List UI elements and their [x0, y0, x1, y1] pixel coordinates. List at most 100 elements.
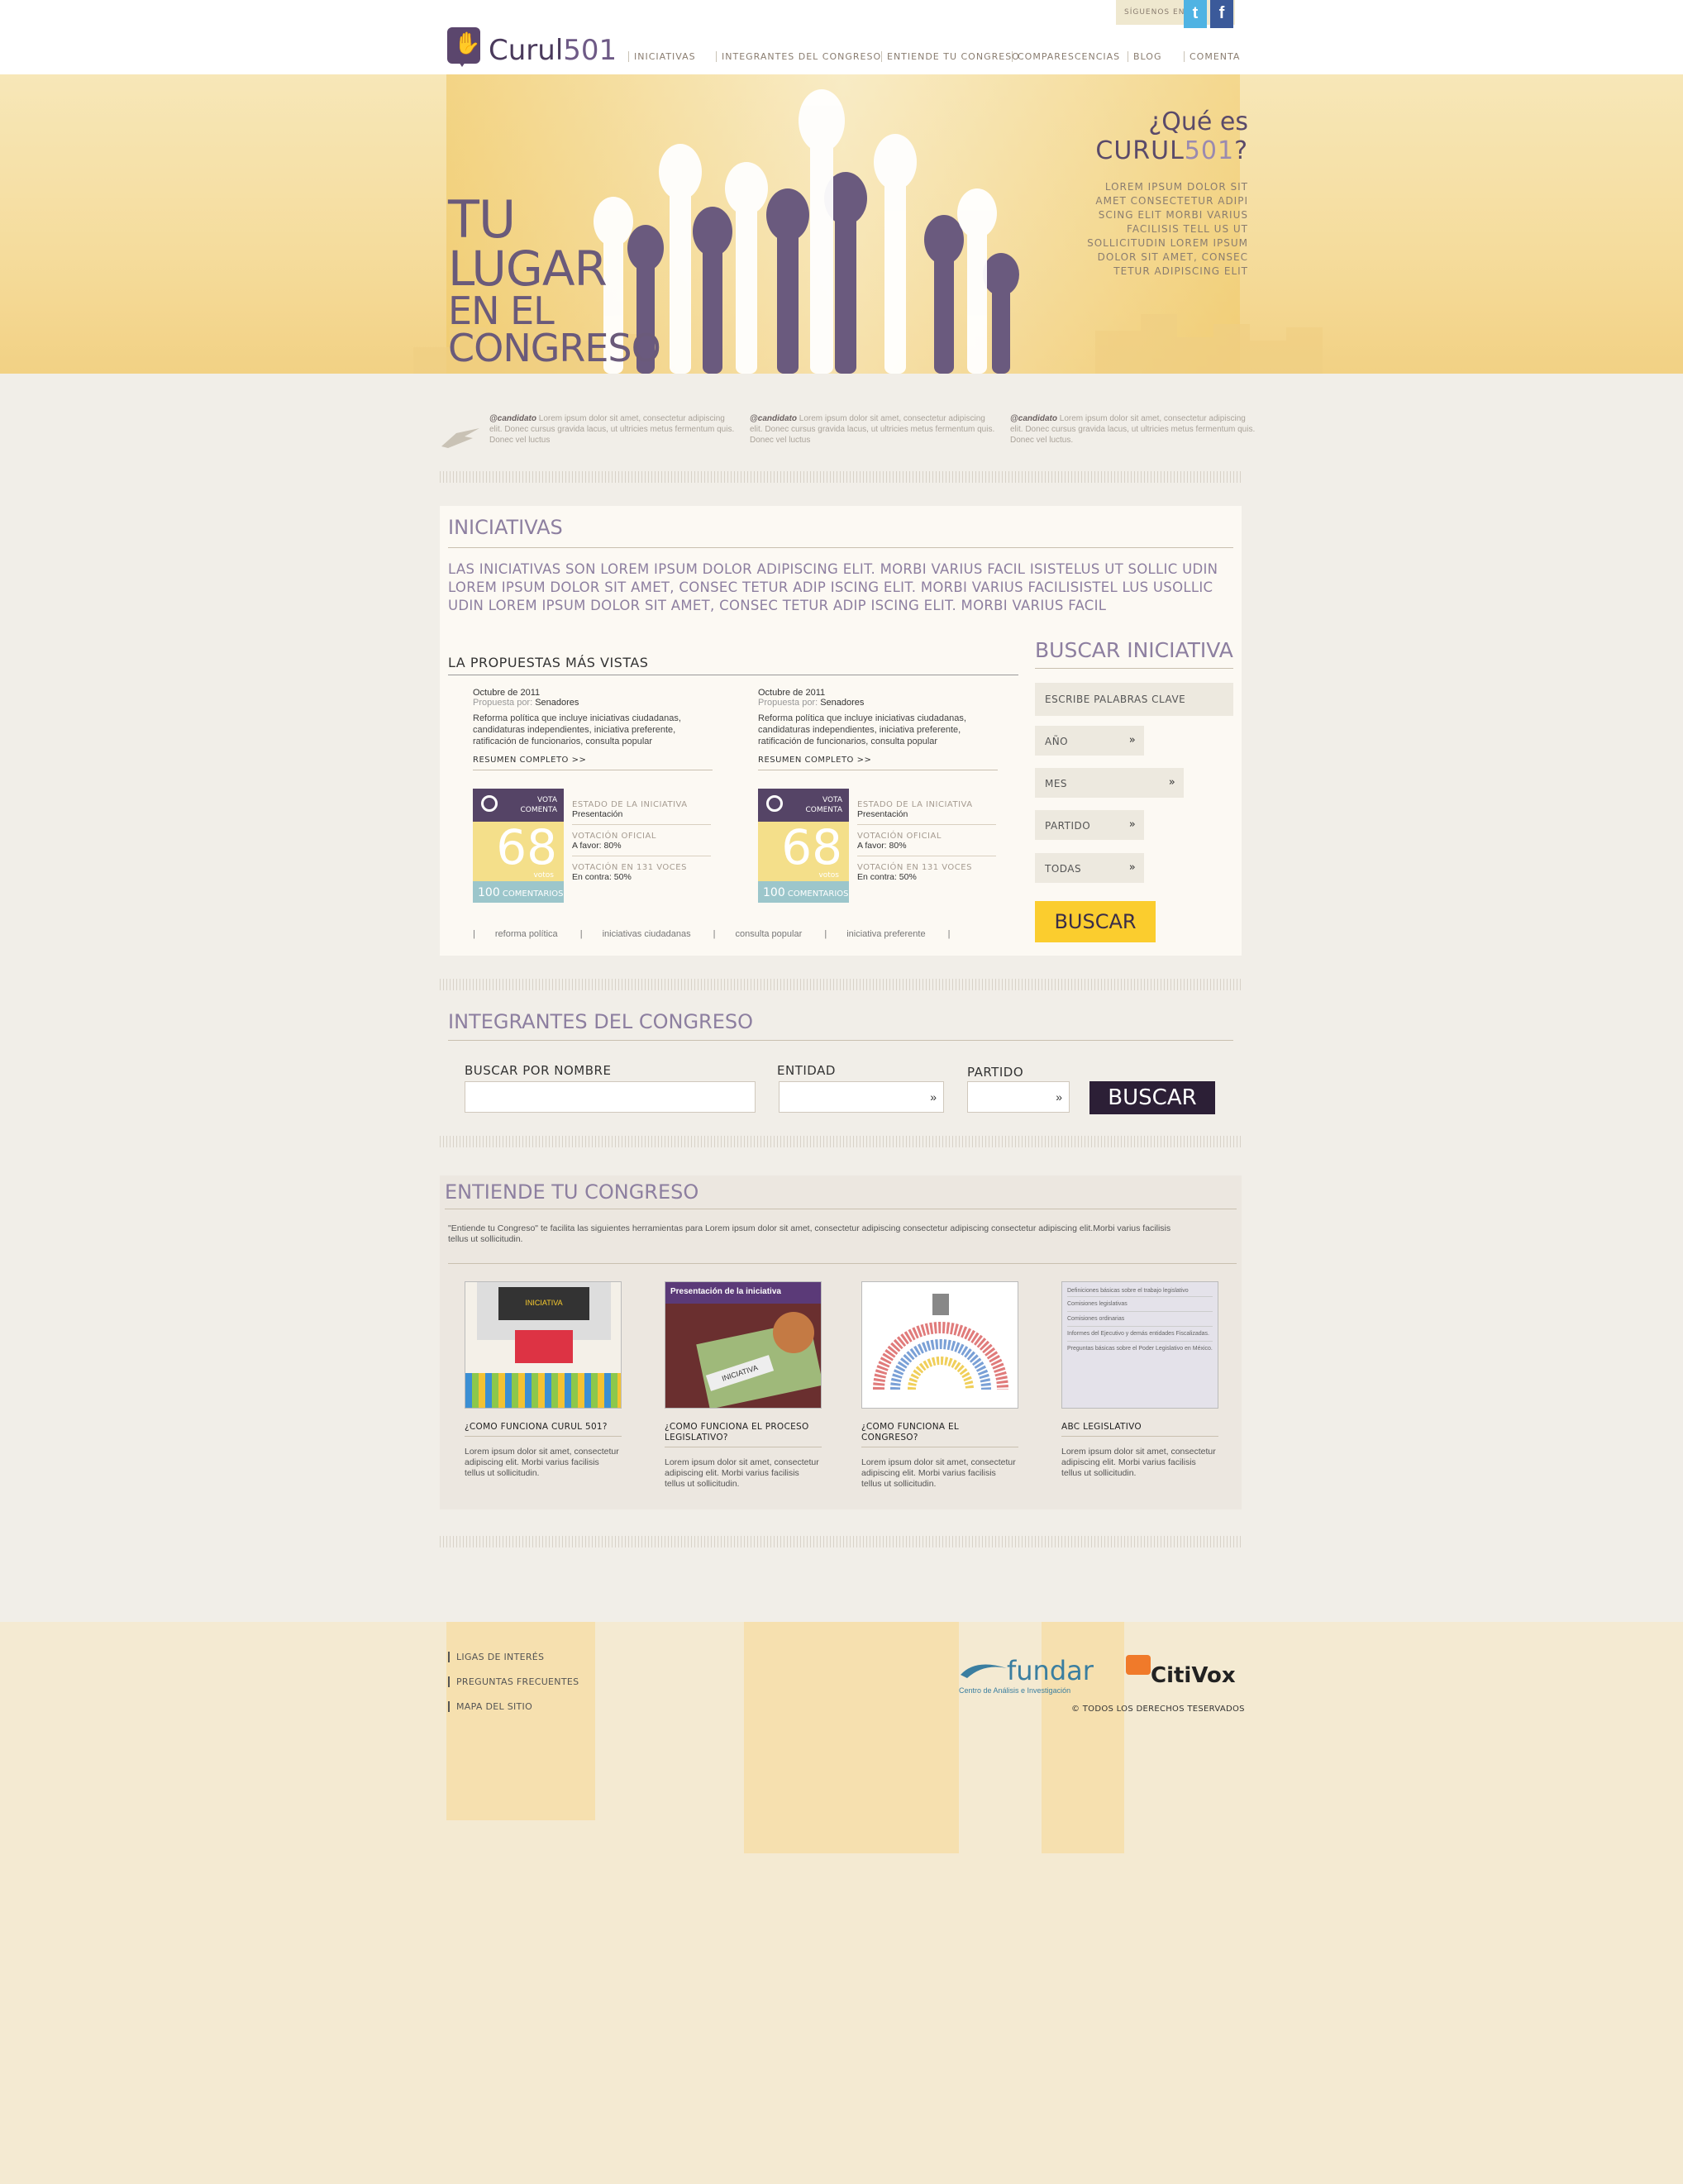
- footer-link-ligas[interactable]: LIGAS DE INTERÉS: [448, 1652, 544, 1662]
- nav-integrantes[interactable]: INTEGRANTES DEL CONGRESO: [716, 51, 881, 62]
- resumen-link[interactable]: RESUMEN COMPLETO >>: [758, 756, 998, 770]
- month-select[interactable]: MES»: [1035, 768, 1184, 798]
- tool-title[interactable]: ABC LEGISLATIVO: [1061, 1422, 1218, 1437]
- twitter-icon[interactable]: t: [1184, 0, 1207, 28]
- que-es-curul: ¿Qué es CURUL501? LOREM IPSUM DOLOR SIT …: [1075, 107, 1248, 279]
- rule: [448, 1263, 1237, 1264]
- vote-count: 68 votos: [473, 822, 564, 881]
- tool-card-3[interactable]: ¿COMO FUNCIONA EL CONGRESO? Lorem ipsum …: [861, 1281, 1018, 1490]
- name-search-input[interactable]: [465, 1081, 756, 1113]
- tag-list: | reforma política | iniciativas ciudadana…: [473, 929, 951, 939]
- nav-comenta[interactable]: COMENTA: [1184, 51, 1240, 62]
- buscar-nombre-label: BUSCAR POR NOMBRE: [465, 1063, 612, 1078]
- comment-icon: [481, 795, 498, 812]
- tool-thumbnail[interactable]: INICIATIVA: [465, 1281, 622, 1409]
- tool-thumbnail[interactable]: Definiciones básicas sobre el trabajo le…: [1061, 1281, 1218, 1409]
- bird-icon: [441, 428, 479, 448]
- hemicycle-chart: [873, 1294, 1008, 1390]
- proposal-card-2[interactable]: Octubre de 2011 Propuesta por: Senadores…: [758, 688, 998, 770]
- resumen-link[interactable]: RESUMEN COMPLETO >>: [473, 756, 713, 770]
- proposal-author: Propuesta por: Senadores: [473, 698, 579, 708]
- year-select[interactable]: AÑO»: [1035, 726, 1144, 756]
- tool-thumbnail[interactable]: [861, 1281, 1018, 1409]
- entiende-title: ENTIENDE TU CONGRESO: [445, 1180, 699, 1204]
- divider: [440, 1536, 1242, 1547]
- nav-entiende[interactable]: ENTIENDE TU CONGRESO: [881, 51, 1020, 62]
- proposal-body: Reforma política que incluye iniciativas…: [758, 713, 966, 746]
- tool-thumbnail[interactable]: Presentación de la iniciativa INICIATIVA: [665, 1281, 822, 1409]
- footer-link-mapa[interactable]: MAPA DEL SITIO: [448, 1701, 532, 1712]
- tool-text: Lorem ipsum dolor sit amet, consectetur …: [465, 1447, 619, 1478]
- chevron-down-icon: »: [1128, 734, 1137, 746]
- tool-text: Lorem ipsum dolor sit amet, consectetur …: [861, 1457, 1016, 1489]
- buscar-integrantes-button[interactable]: BUSCAR: [1089, 1081, 1215, 1114]
- iniciativas-section: INICIATIVAS LAS INICIATIVAS SON LOREM IP…: [440, 506, 1242, 956]
- party-select[interactable]: PARTIDO»: [1035, 810, 1144, 840]
- facebook-icon[interactable]: f: [1210, 0, 1233, 28]
- chevron-down-icon: »: [930, 1090, 937, 1104]
- copyright: © TODOS LOS DERECHOS TESERVADOS: [1071, 1705, 1245, 1714]
- tool-title[interactable]: ¿COMO FUNCIONA EL PROCESO LEGISLATIVO?: [665, 1422, 822, 1447]
- entiende-section: ENTIENDE TU CONGRESO "Entiende tu Congre…: [440, 1175, 1242, 1509]
- proposal-stats-1: ESTADO DE LA INICIATIVA Presentación VOTA…: [572, 800, 711, 894]
- divider: [440, 471, 1242, 483]
- tweet-1: @candidato Lorem ipsum dolor sit amet, c…: [489, 414, 735, 445]
- footer: [0, 1622, 1683, 2184]
- nav-iniciativas[interactable]: INICIATIVAS: [628, 51, 696, 62]
- citivox-icon: [1126, 1655, 1151, 1675]
- buscar-iniciativa-button[interactable]: BUSCAR: [1035, 901, 1156, 942]
- vote-block-2: VOTA COMENTA 68 votos 100 COMENTARIOS: [758, 789, 849, 903]
- tool-card-1[interactable]: INICIATIVA ¿COMO FUNCIONA CURUL 501? Lor…: [465, 1281, 622, 1479]
- rule: [448, 1040, 1233, 1041]
- tool-card-4[interactable]: Definiciones básicas sobre el trabajo le…: [1061, 1281, 1218, 1479]
- divider: [440, 979, 1242, 990]
- vote-block-1: VOTA COMENTA 68 votos 100 COMENTARIOS: [473, 789, 564, 903]
- integrantes-title: INTEGRANTES DEL CONGRESO: [448, 1010, 754, 1033]
- vote-comment-button[interactable]: VOTA COMENTA: [758, 789, 849, 822]
- chevron-down-icon: »: [1128, 861, 1137, 874]
- buscar-iniciativa-title: BUSCAR INICIATIVA: [1035, 638, 1233, 662]
- logo-hands-icon: ✋: [447, 27, 480, 67]
- chevron-down-icon: »: [1056, 1090, 1062, 1104]
- divider: [440, 1136, 1242, 1147]
- entity-select[interactable]: »: [779, 1081, 944, 1113]
- rule: [448, 547, 1233, 548]
- proposal-date: Octubre de 2011: [473, 688, 541, 698]
- nav-comparescencias[interactable]: COMPARESCENCIAS: [1012, 51, 1120, 62]
- comment-count[interactable]: 100 COMENTARIOS: [758, 881, 849, 903]
- footer-link-preguntas[interactable]: PREGUNTAS FRECUENTES: [448, 1676, 579, 1687]
- partido-label: PARTIDO: [967, 1065, 1024, 1080]
- tweet-2: @candidato Lorem ipsum dolor sit amet, c…: [750, 414, 995, 445]
- comment-icon: [766, 795, 783, 812]
- logo-text: Curul501: [489, 34, 617, 67]
- entidad-label: ENTIDAD: [777, 1063, 836, 1078]
- status-select[interactable]: TODAS»: [1035, 853, 1144, 883]
- chevron-down-icon: »: [1168, 776, 1176, 789]
- vote-comment-button[interactable]: VOTA COMENTA: [473, 789, 564, 822]
- tool-card-2[interactable]: Presentación de la iniciativa INICIATIVA…: [665, 1281, 822, 1490]
- tool-text: Lorem ipsum dolor sit amet, consectetur …: [665, 1457, 819, 1489]
- vote-count: 68 votos: [758, 822, 849, 881]
- tweet-3: @candidato Lorem ipsum dolor sit amet, c…: [1010, 414, 1256, 445]
- tool-title[interactable]: ¿COMO FUNCIONA EL CONGRESO?: [861, 1422, 1018, 1447]
- tag-link[interactable]: iniciativas ciudadanas: [603, 929, 691, 939]
- rule: [1035, 668, 1233, 669]
- iniciativas-title: INICIATIVAS: [448, 516, 563, 539]
- tag-link[interactable]: reforma política: [495, 929, 558, 939]
- tool-title[interactable]: ¿COMO FUNCIONA CURUL 501?: [465, 1422, 622, 1437]
- que-es-description: LOREM IPSUM DOLOR SIT AMET CONSECTETUR A…: [1087, 181, 1248, 277]
- tweets-strip: @candidato Lorem ipsum dolor sit amet, c…: [440, 413, 1255, 463]
- proposal-stats-2: ESTADO DE LA INICIATIVA Presentación VOTA…: [857, 800, 996, 894]
- proposal-card-1[interactable]: Octubre de 2011 Propuesta por: Senadores…: [473, 688, 713, 770]
- keywords-input[interactable]: ESCRIBE PALABRAS CLAVE: [1035, 683, 1233, 716]
- nav-blog[interactable]: BLOG: [1128, 51, 1161, 62]
- tool-text: Lorem ipsum dolor sit amet, consectetur …: [1061, 1447, 1216, 1478]
- proposal-body: Reforma política que incluye iniciativas…: [473, 713, 681, 746]
- tag-link[interactable]: consulta popular: [736, 929, 803, 939]
- chevron-down-icon: »: [1128, 818, 1137, 831]
- tag-link[interactable]: iniciativa preferente: [846, 929, 925, 939]
- party-select[interactable]: »: [967, 1081, 1070, 1113]
- top-bar: [0, 0, 1683, 74]
- comment-count[interactable]: 100 COMENTARIOS: [473, 881, 564, 903]
- propuestas-subtitle: LA PROPUESTAS MÁS VISTAS: [448, 655, 649, 670]
